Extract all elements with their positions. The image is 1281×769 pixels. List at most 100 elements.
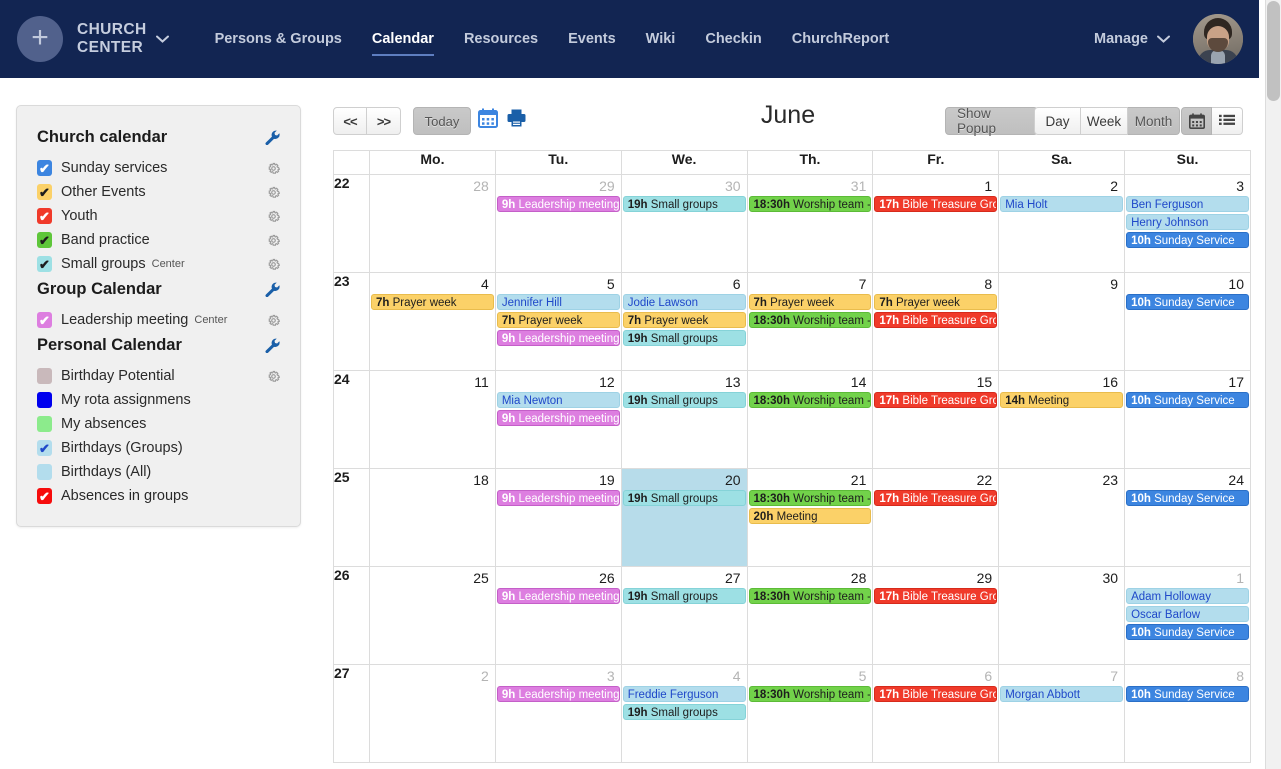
day-cell[interactable]: 10 10h Sunday Service bbox=[1124, 272, 1251, 371]
calendar-event[interactable]: 10h Sunday Service bbox=[1126, 232, 1249, 248]
calendar-toggle-row[interactable]: ✔ Youth bbox=[37, 204, 280, 228]
gear-icon[interactable] bbox=[267, 210, 280, 223]
calendar-event[interactable]: 18:30h Worship team - bbox=[748, 490, 872, 506]
day-cell[interactable]: 20 19h Small groups bbox=[620, 468, 748, 567]
brand-switcher[interactable]: CHURCH CENTER bbox=[77, 21, 169, 57]
week-number[interactable]: 23 bbox=[333, 272, 370, 371]
page-scrollbar[interactable] bbox=[1265, 0, 1281, 769]
gear-icon[interactable] bbox=[267, 162, 280, 175]
calendar-event[interactable]: 10h Sunday Service bbox=[1126, 624, 1249, 640]
calendar-event[interactable]: 10h Sunday Service bbox=[1126, 490, 1249, 506]
day-cell[interactable]: 1 17h Bible Treasure Gro bbox=[872, 174, 1000, 273]
week-number[interactable]: 27 bbox=[333, 664, 370, 763]
day-cell[interactable]: 29 9h Leadership meeting bbox=[494, 174, 622, 273]
calendar-event[interactable]: 9h Leadership meeting bbox=[496, 490, 620, 506]
week-number[interactable]: 26 bbox=[333, 566, 370, 665]
calendar-toggle-row[interactable]: ✔ Sunday services bbox=[37, 156, 280, 180]
nav-link-checkin[interactable]: Checkin bbox=[705, 0, 761, 78]
calendar-color-checkbox[interactable] bbox=[37, 464, 52, 480]
gear-icon[interactable] bbox=[267, 258, 280, 271]
calendar-event[interactable]: 19h Small groups bbox=[622, 490, 746, 506]
gear-icon[interactable] bbox=[267, 314, 280, 327]
day-cell[interactable]: 4 Freddie Ferguson 19h Small groups bbox=[620, 664, 748, 763]
day-cell[interactable]: 7 7h Prayer week 18:30h Worship team - bbox=[746, 272, 874, 371]
calendar-event[interactable]: 9h Leadership meeting bbox=[496, 686, 620, 702]
calendar-event[interactable]: Mia Holt bbox=[1000, 196, 1124, 212]
day-cell[interactable]: 31 18:30h Worship team - bbox=[746, 174, 874, 273]
day-cell[interactable]: 29 17h Bible Treasure Gro bbox=[872, 566, 1000, 665]
day-cell[interactable]: 7 Morgan Abbott bbox=[998, 664, 1126, 763]
day-cell[interactable]: 8 7h Prayer week 17h Bible Treasure Gro bbox=[872, 272, 1000, 371]
calendar-event[interactable]: 19h Small groups bbox=[622, 196, 746, 212]
day-cell[interactable]: 22 17h Bible Treasure Gro bbox=[872, 468, 1000, 567]
calendar-event[interactable]: 17h Bible Treasure Gro bbox=[874, 196, 998, 212]
calendar-event[interactable]: 9h Leadership meeting bbox=[496, 330, 620, 346]
calendar-event[interactable]: 18:30h Worship team - bbox=[748, 196, 872, 212]
day-cell[interactable]: 12 Mia Newton 9h Leadership meeting bbox=[494, 370, 622, 469]
day-cell[interactable]: 4 7h Prayer week bbox=[369, 272, 496, 371]
calendar-event[interactable]: 7h Prayer week bbox=[496, 312, 620, 328]
calendar-color-checkbox[interactable]: ✔ bbox=[37, 232, 52, 248]
day-cell[interactable]: 13 19h Small groups bbox=[620, 370, 748, 469]
day-cell[interactable]: 1 Adam Holloway Oscar Barlow 10h Sunday Ser… bbox=[1124, 566, 1251, 665]
calendar-event[interactable]: 18:30h Worship team - bbox=[748, 312, 872, 328]
calendar-event[interactable]: Henry Johnson bbox=[1126, 214, 1249, 230]
view-month-button[interactable]: Month bbox=[1128, 107, 1180, 135]
calendar-toggle-row[interactable]: ✔ Birthdays (Groups) bbox=[37, 436, 280, 460]
calendar-color-checkbox[interactable]: ✔ bbox=[37, 184, 52, 200]
calendar-event[interactable]: 17h Bible Treasure Gro bbox=[874, 686, 998, 702]
scrollbar-thumb[interactable] bbox=[1267, 1, 1280, 101]
calendar-event[interactable]: Oscar Barlow bbox=[1126, 606, 1249, 622]
day-cell[interactable]: 28 bbox=[369, 174, 496, 273]
gear-icon[interactable] bbox=[267, 370, 280, 383]
calendar-toggle-row[interactable]: ✔ Small groups Center bbox=[37, 252, 280, 276]
day-cell[interactable]: 17 10h Sunday Service bbox=[1124, 370, 1251, 469]
nav-link-wiki[interactable]: Wiki bbox=[646, 0, 676, 78]
week-number[interactable]: 22 bbox=[333, 174, 370, 273]
view-week-button[interactable]: Week bbox=[1081, 107, 1128, 135]
calendar-event[interactable]: 10h Sunday Service bbox=[1126, 392, 1249, 408]
calendar-color-checkbox[interactable]: ✔ bbox=[37, 312, 52, 328]
calendar-event[interactable]: 17h Bible Treasure Gro bbox=[874, 312, 998, 328]
calendar-event[interactable]: 7h Prayer week bbox=[622, 312, 746, 328]
calendar-color-checkbox[interactable]: ✔ bbox=[37, 440, 52, 456]
day-cell[interactable]: 21 18:30h Worship team - 20h Meeting bbox=[746, 468, 874, 567]
day-cell[interactable]: 30 bbox=[998, 566, 1126, 665]
app-logo[interactable]: + bbox=[17, 16, 63, 62]
day-cell[interactable]: 15 17h Bible Treasure Gro bbox=[872, 370, 1000, 469]
wrench-icon[interactable] bbox=[265, 130, 280, 145]
day-cell[interactable]: 25 bbox=[369, 566, 496, 665]
gear-icon[interactable] bbox=[267, 234, 280, 247]
calendar-event[interactable]: Mia Newton bbox=[496, 392, 620, 408]
calendar-toggle-row[interactable]: ✔ Absences in groups bbox=[37, 484, 280, 508]
calendar-color-checkbox[interactable] bbox=[37, 416, 52, 432]
calendar-event[interactable]: 17h Bible Treasure Gro bbox=[874, 490, 998, 506]
day-cell[interactable]: 18 bbox=[369, 468, 496, 567]
calendar-color-checkbox[interactable]: ✔ bbox=[37, 488, 52, 504]
avatar[interactable] bbox=[1193, 14, 1243, 64]
calendar-event[interactable]: 17h Bible Treasure Gro bbox=[874, 392, 998, 408]
nav-link-resources[interactable]: Resources bbox=[464, 0, 538, 78]
wrench-icon[interactable] bbox=[265, 338, 280, 353]
calendar-toggle-row[interactable]: ✔ Leadership meeting Center bbox=[37, 308, 280, 332]
calendar-event[interactable]: 17h Bible Treasure Gro bbox=[874, 588, 998, 604]
calendar-toggle-row[interactable]: ✔ Other Events bbox=[37, 180, 280, 204]
calendar-event[interactable]: 19h Small groups bbox=[622, 704, 746, 720]
show-popup-button[interactable]: Show Popup bbox=[945, 106, 1038, 136]
calendar-event[interactable]: 18:30h Worship team - bbox=[748, 686, 872, 702]
calendar-event[interactable]: Morgan Abbott bbox=[1000, 686, 1124, 702]
day-cell[interactable]: 28 18:30h Worship team - bbox=[746, 566, 874, 665]
calendar-event[interactable]: 18:30h Worship team - bbox=[748, 392, 872, 408]
week-number[interactable]: 25 bbox=[333, 468, 370, 567]
day-cell[interactable]: 9 bbox=[998, 272, 1126, 371]
calendar-toggle-row[interactable]: Birthday Potential bbox=[37, 364, 280, 388]
calendar-toggle-row[interactable]: My absences bbox=[37, 412, 280, 436]
day-cell[interactable]: 2 Mia Holt bbox=[998, 174, 1126, 273]
calendar-event[interactable]: 9h Leadership meeting bbox=[496, 410, 620, 426]
day-cell[interactable]: 6 17h Bible Treasure Gro bbox=[872, 664, 1000, 763]
calendar-event[interactable]: 14h Meeting bbox=[1000, 392, 1124, 408]
calendar-event[interactable]: 19h Small groups bbox=[622, 392, 746, 408]
wrench-icon[interactable] bbox=[265, 282, 280, 297]
day-cell[interactable]: 6 Jodie Lawson 7h Prayer week 19h Small gro… bbox=[620, 272, 748, 371]
calendar-color-checkbox[interactable] bbox=[37, 392, 52, 408]
